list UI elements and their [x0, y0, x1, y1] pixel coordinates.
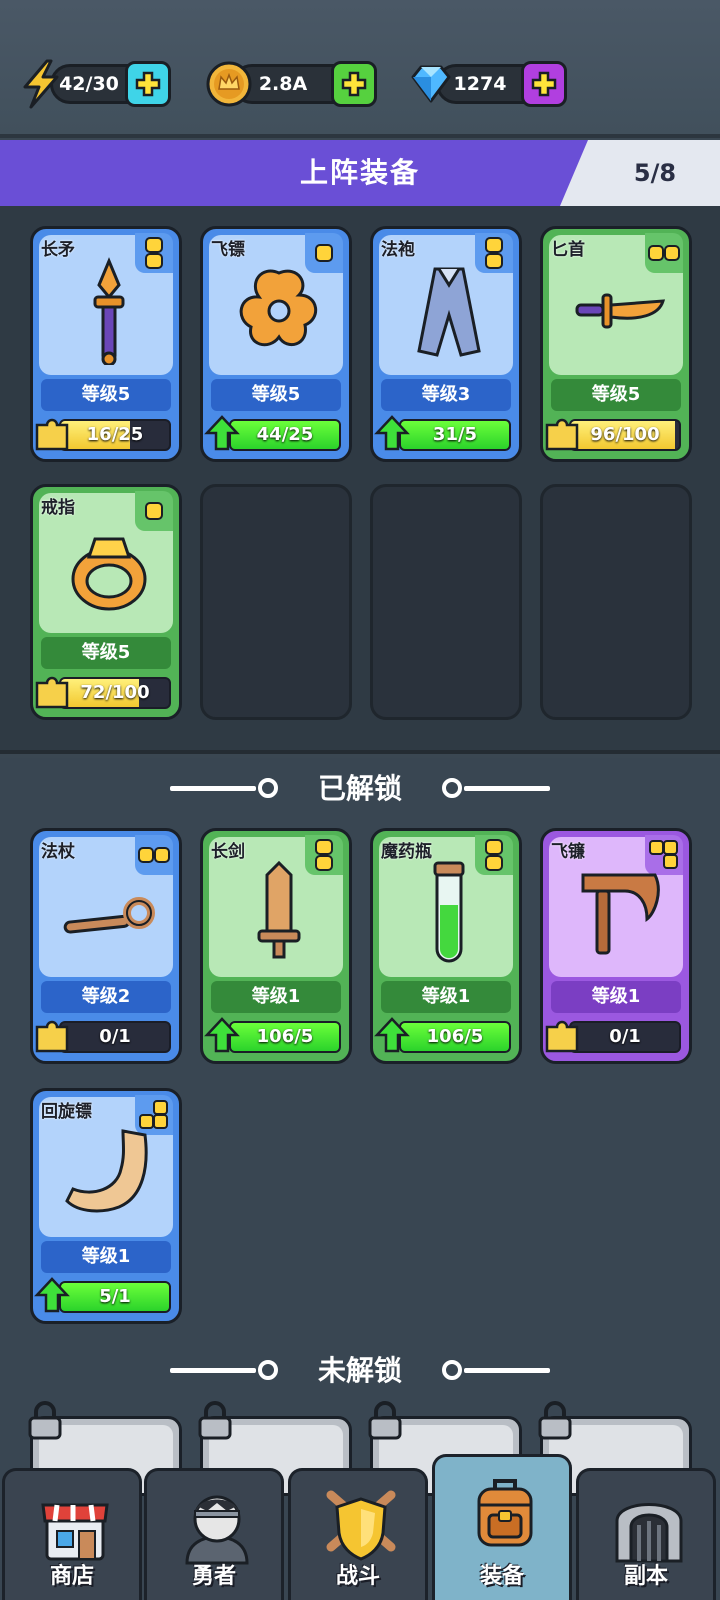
upgrade-arrow-icon	[204, 415, 240, 451]
puzzle-piece-icon	[35, 418, 69, 451]
card-level: 等级2	[41, 981, 171, 1013]
upgrade-arrow-icon	[34, 1277, 70, 1313]
top-resource-bar: 42/30 2.8A 1274	[0, 0, 720, 138]
card-level: 等级5	[41, 637, 171, 669]
lock-icon	[28, 1401, 62, 1440]
plus-icon	[341, 71, 367, 97]
add-gold-button[interactable]	[331, 61, 377, 107]
tab-label: 副本	[623, 1564, 668, 1589]
card-progress: 72/100	[59, 677, 171, 709]
card-progress: 5/1	[59, 1281, 171, 1313]
card-progress: 16/25	[59, 419, 171, 451]
puzzle-piece-icon	[35, 1020, 69, 1053]
empty-equip-slot[interactable]	[370, 484, 522, 720]
equipped-count: 5/8	[560, 140, 720, 206]
card-level: 等级1	[381, 981, 511, 1013]
equip-card-shuriken[interactable]: 飞镖 等级5 44/25	[200, 226, 352, 462]
locked-title: 未解锁	[317, 1354, 402, 1387]
boomerang-icon	[65, 1129, 148, 1213]
gold-value: 2.8A	[258, 73, 308, 95]
card-level: 等级1	[211, 981, 341, 1013]
card-progress: 0/1	[59, 1021, 171, 1053]
gem-counter: 1274	[411, 61, 567, 107]
card-progress: 44/25	[229, 419, 341, 451]
dungeon-icon	[615, 1503, 683, 1563]
lock-icon	[538, 1401, 572, 1440]
tab-shop[interactable]: 商店	[2, 1468, 142, 1600]
card-level: 等级3	[381, 379, 511, 411]
card-level: 等级1	[551, 981, 681, 1013]
unlocked-card-sword[interactable]: 长剑 等级1 106/5	[200, 828, 352, 1064]
hero-icon	[185, 1495, 249, 1565]
card-level: 等级5	[211, 379, 341, 411]
tab-label: 商店	[49, 1564, 94, 1589]
upgrade-arrow-icon	[374, 1017, 410, 1053]
plus-icon	[135, 71, 161, 97]
card-progress: 106/5	[229, 1021, 341, 1053]
spear-icon	[93, 257, 125, 365]
upgrade-arrow-icon	[374, 415, 410, 451]
unlocked-card-boomerang[interactable]: 回旋镖 等级1 5/1	[30, 1088, 182, 1324]
lock-icon	[368, 1401, 402, 1440]
staff-icon	[63, 897, 155, 934]
equip-card-ring[interactable]: 戒指 等级5 72/100	[30, 484, 182, 720]
unlocked-title: 已解锁	[317, 772, 402, 805]
sword-icon	[257, 860, 301, 959]
bottom-tab-bar: 商店 勇者 战斗 装备 副本	[0, 1450, 720, 1600]
card-progress: 106/5	[399, 1021, 511, 1053]
card-level: 等级1	[41, 1241, 171, 1273]
battle-icon	[326, 1490, 396, 1561]
plus-icon	[531, 71, 557, 97]
tab-dungeon[interactable]: 副本	[576, 1468, 716, 1600]
puzzle-piece-icon	[545, 1020, 579, 1053]
energy-counter: 42/30	[23, 59, 171, 109]
ring-icon	[71, 537, 147, 611]
upgrade-arrow-icon	[204, 1017, 240, 1053]
robe-icon	[417, 267, 481, 357]
lock-icon	[198, 1401, 232, 1440]
tab-label: 战斗	[335, 1564, 380, 1589]
backpack-icon	[477, 1479, 533, 1547]
potion-icon	[433, 861, 465, 963]
card-progress: 0/1	[569, 1021, 681, 1053]
puzzle-piece-icon	[545, 418, 579, 451]
shuriken-icon	[239, 269, 317, 347]
sickle-icon	[581, 873, 660, 955]
gem-value: 1274	[453, 73, 507, 95]
equip-card-dagger[interactable]: 匕首 等级5 96/100	[540, 226, 692, 462]
tab-label: 勇者	[191, 1564, 236, 1589]
locked-divider: 未解锁	[0, 1346, 720, 1396]
unlocked-card-sickle[interactable]: 飞镰 等级1 0/1	[540, 828, 692, 1064]
dagger-icon	[575, 293, 666, 329]
empty-equip-slot[interactable]	[200, 484, 352, 720]
equip-card-robe[interactable]: 法袍 等级3 31/5	[370, 226, 522, 462]
card-progress: 31/5	[399, 419, 511, 451]
divider-ornament-right	[442, 1360, 550, 1380]
tab-equipment[interactable]: 装备	[432, 1454, 572, 1600]
tab-battle[interactable]: 战斗	[288, 1468, 428, 1600]
add-gems-button[interactable]	[521, 61, 567, 107]
gold-counter: 2.8A	[206, 61, 377, 107]
shop-icon	[41, 1503, 109, 1561]
card-level: 等级5	[551, 379, 681, 411]
equip-card-spear[interactable]: 长矛 等级5 16/25	[30, 226, 182, 462]
puzzle-piece-icon	[35, 676, 69, 709]
tab-hero[interactable]: 勇者	[144, 1468, 284, 1600]
tab-label: 装备	[479, 1564, 524, 1589]
divider-ornament-right	[442, 778, 550, 798]
energy-value: 42/30	[59, 73, 119, 95]
empty-equip-slot[interactable]	[540, 484, 692, 720]
unlocked-divider: 已解锁	[0, 764, 720, 814]
unlocked-card-potion[interactable]: 魔药瓶 等级1 106/5	[370, 828, 522, 1064]
card-progress: 96/100	[569, 419, 681, 451]
add-energy-button[interactable]	[125, 61, 171, 107]
card-level: 等级5	[41, 379, 171, 411]
equipped-banner: 上阵装备 5/8	[0, 140, 720, 206]
unlocked-card-staff[interactable]: 法杖 等级2 0/1	[30, 828, 182, 1064]
